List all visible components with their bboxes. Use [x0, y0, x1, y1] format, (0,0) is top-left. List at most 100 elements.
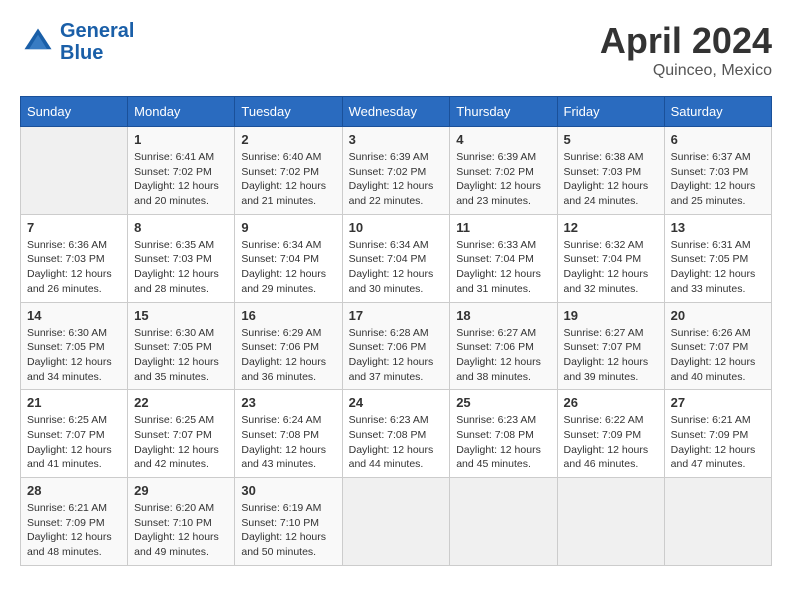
calendar-cell: 23 Sunrise: 6:24 AM Sunset: 7:08 PM Dayli…: [235, 390, 342, 478]
day-info: Sunrise: 6:23 AM Sunset: 7:08 PM Dayligh…: [349, 413, 444, 472]
title-area: April 2024 Quinceo, Mexico: [600, 20, 772, 80]
day-info: Sunrise: 6:20 AM Sunset: 7:10 PM Dayligh…: [134, 501, 228, 560]
day-info: Sunrise: 6:41 AM Sunset: 7:02 PM Dayligh…: [134, 150, 228, 209]
calendar-cell: 18 Sunrise: 6:27 AM Sunset: 7:06 PM Dayli…: [450, 302, 557, 390]
header-tuesday: Tuesday: [235, 97, 342, 127]
logo-icon: [20, 24, 56, 60]
day-number: 23: [241, 395, 335, 410]
day-number: 21: [27, 395, 121, 410]
logo-line2: Blue: [60, 42, 103, 64]
week-row-3: 21 Sunrise: 6:25 AM Sunset: 7:07 PM Dayli…: [21, 390, 772, 478]
day-number: 9: [241, 220, 335, 235]
calendar-cell: 2 Sunrise: 6:40 AM Sunset: 7:02 PM Daylig…: [235, 127, 342, 215]
day-info: Sunrise: 6:35 AM Sunset: 7:03 PM Dayligh…: [134, 238, 228, 297]
day-info: Sunrise: 6:33 AM Sunset: 7:04 PM Dayligh…: [456, 238, 550, 297]
day-info: Sunrise: 6:21 AM Sunset: 7:09 PM Dayligh…: [27, 501, 121, 560]
day-number: 28: [27, 483, 121, 498]
calendar-cell: 12 Sunrise: 6:32 AM Sunset: 7:04 PM Dayli…: [557, 214, 664, 302]
calendar-table: SundayMondayTuesdayWednesdayThursdayFrid…: [20, 96, 772, 566]
day-info: Sunrise: 6:39 AM Sunset: 7:02 PM Dayligh…: [349, 150, 444, 209]
calendar-cell: 9 Sunrise: 6:34 AM Sunset: 7:04 PM Daylig…: [235, 214, 342, 302]
day-number: 27: [671, 395, 765, 410]
calendar-cell: 10 Sunrise: 6:34 AM Sunset: 7:04 PM Dayli…: [342, 214, 450, 302]
day-number: 16: [241, 308, 335, 323]
day-info: Sunrise: 6:25 AM Sunset: 7:07 PM Dayligh…: [27, 413, 121, 472]
calendar-cell: 4 Sunrise: 6:39 AM Sunset: 7:02 PM Daylig…: [450, 127, 557, 215]
calendar-cell: 17Sunrise: 6:28 AM Sunset: 7:06 PM Dayli…: [342, 302, 450, 390]
day-number: 5: [564, 132, 658, 147]
calendar-cell: 14 Sunrise: 6:30 AM Sunset: 7:05 PM Dayli…: [21, 302, 128, 390]
calendar-cell: 11Sunrise: 6:33 AM Sunset: 7:04 PM Dayli…: [450, 214, 557, 302]
day-info: Sunrise: 6:30 AM Sunset: 7:05 PM Dayligh…: [27, 326, 121, 385]
day-number: 4: [456, 132, 550, 147]
header-friday: Friday: [557, 97, 664, 127]
day-number: 1: [134, 132, 228, 147]
day-info: Sunrise: 6:34 AM Sunset: 7:04 PM Dayligh…: [349, 238, 444, 297]
header-sunday: Sunday: [21, 97, 128, 127]
calendar-cell: 20Sunrise: 6:26 AM Sunset: 7:07 PM Dayli…: [664, 302, 771, 390]
day-info: Sunrise: 6:36 AM Sunset: 7:03 PM Dayligh…: [27, 238, 121, 297]
day-info: Sunrise: 6:28 AM Sunset: 7:06 PM Dayligh…: [349, 326, 444, 385]
day-info: Sunrise: 6:29 AM Sunset: 7:06 PM Dayligh…: [241, 326, 335, 385]
logo: General Blue: [20, 20, 134, 64]
calendar-cell: 6 Sunrise: 6:37 AM Sunset: 7:03 PM Daylig…: [664, 127, 771, 215]
calendar-cell: 19 Sunrise: 6:27 AM Sunset: 7:07 PM Dayli…: [557, 302, 664, 390]
calendar-cell: 30Sunrise: 6:19 AM Sunset: 7:10 PM Dayli…: [235, 478, 342, 566]
day-number: 26: [564, 395, 658, 410]
calendar-cell: 26Sunrise: 6:22 AM Sunset: 7:09 PM Dayli…: [557, 390, 664, 478]
calendar-cell: [557, 478, 664, 566]
header-thursday: Thursday: [450, 97, 557, 127]
day-info: Sunrise: 6:23 AM Sunset: 7:08 PM Dayligh…: [456, 413, 550, 472]
week-row-2: 14 Sunrise: 6:30 AM Sunset: 7:05 PM Dayli…: [21, 302, 772, 390]
header-saturday: Saturday: [664, 97, 771, 127]
calendar-cell: 15 Sunrise: 6:30 AM Sunset: 7:05 PM Dayli…: [128, 302, 235, 390]
day-number: 12: [564, 220, 658, 235]
page-header: General Blue April 2024 Quinceo, Mexico: [20, 20, 772, 80]
calendar-cell: 29 Sunrise: 6:20 AM Sunset: 7:10 PM Dayli…: [128, 478, 235, 566]
day-number: 25: [456, 395, 550, 410]
day-number: 20: [671, 308, 765, 323]
week-row-4: 28 Sunrise: 6:21 AM Sunset: 7:09 PM Dayli…: [21, 478, 772, 566]
day-info: Sunrise: 6:40 AM Sunset: 7:02 PM Dayligh…: [241, 150, 335, 209]
day-number: 2: [241, 132, 335, 147]
calendar-cell: 25 Sunrise: 6:23 AM Sunset: 7:08 PM Dayli…: [450, 390, 557, 478]
calendar-cell: 16 Sunrise: 6:29 AM Sunset: 7:06 PM Dayli…: [235, 302, 342, 390]
day-info: Sunrise: 6:27 AM Sunset: 7:06 PM Dayligh…: [456, 326, 550, 385]
calendar-cell: 1 Sunrise: 6:41 AM Sunset: 7:02 PM Daylig…: [128, 127, 235, 215]
day-info: Sunrise: 6:25 AM Sunset: 7:07 PM Dayligh…: [134, 413, 228, 472]
calendar-cell: 8 Sunrise: 6:35 AM Sunset: 7:03 PM Daylig…: [128, 214, 235, 302]
day-number: 13: [671, 220, 765, 235]
day-info: Sunrise: 6:37 AM Sunset: 7:03 PM Dayligh…: [671, 150, 765, 209]
day-number: 30: [241, 483, 335, 498]
day-number: 6: [671, 132, 765, 147]
calendar-cell: 27Sunrise: 6:21 AM Sunset: 7:09 PM Dayli…: [664, 390, 771, 478]
calendar-cell: [342, 478, 450, 566]
week-row-0: 1 Sunrise: 6:41 AM Sunset: 7:02 PM Daylig…: [21, 127, 772, 215]
calendar-cell: 21 Sunrise: 6:25 AM Sunset: 7:07 PM Dayli…: [21, 390, 128, 478]
header-wednesday: Wednesday: [342, 97, 450, 127]
day-info: Sunrise: 6:39 AM Sunset: 7:02 PM Dayligh…: [456, 150, 550, 209]
day-number: 8: [134, 220, 228, 235]
calendar-cell: [450, 478, 557, 566]
day-info: Sunrise: 6:24 AM Sunset: 7:08 PM Dayligh…: [241, 413, 335, 472]
day-number: 29: [134, 483, 228, 498]
day-number: 14: [27, 308, 121, 323]
calendar-cell: 5 Sunrise: 6:38 AM Sunset: 7:03 PM Daylig…: [557, 127, 664, 215]
day-number: 18: [456, 308, 550, 323]
logo-line1: General: [60, 20, 134, 42]
calendar-cell: [664, 478, 771, 566]
day-info: Sunrise: 6:32 AM Sunset: 7:04 PM Dayligh…: [564, 238, 658, 297]
header-row: SundayMondayTuesdayWednesdayThursdayFrid…: [21, 97, 772, 127]
day-number: 19: [564, 308, 658, 323]
calendar-cell: 7Sunrise: 6:36 AM Sunset: 7:03 PM Daylig…: [21, 214, 128, 302]
day-info: Sunrise: 6:27 AM Sunset: 7:07 PM Dayligh…: [564, 326, 658, 385]
day-info: Sunrise: 6:34 AM Sunset: 7:04 PM Dayligh…: [241, 238, 335, 297]
day-number: 24: [349, 395, 444, 410]
calendar-cell: [21, 127, 128, 215]
day-number: 10: [349, 220, 444, 235]
logo-text: General Blue: [60, 20, 134, 64]
day-info: Sunrise: 6:30 AM Sunset: 7:05 PM Dayligh…: [134, 326, 228, 385]
calendar-cell: 13Sunrise: 6:31 AM Sunset: 7:05 PM Dayli…: [664, 214, 771, 302]
day-number: 15: [134, 308, 228, 323]
day-info: Sunrise: 6:38 AM Sunset: 7:03 PM Dayligh…: [564, 150, 658, 209]
